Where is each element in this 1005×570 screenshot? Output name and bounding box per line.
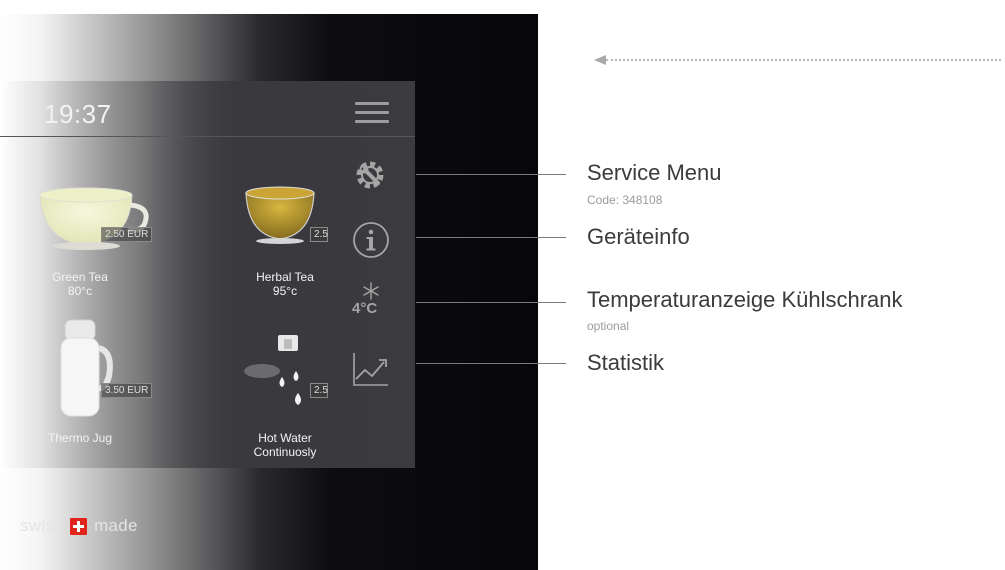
product-label: Green Tea 80°c	[5, 270, 155, 298]
product-label: Hot Water Continuosly	[210, 431, 360, 459]
callout-service-menu: Service Menu	[587, 160, 722, 185]
clock: 19:37	[44, 99, 112, 129]
price-badge: 2.5	[310, 383, 328, 398]
arrow-left-icon	[594, 55, 606, 65]
product-name: Hot Water	[258, 431, 312, 445]
product-label: Herbal Tea 95°c	[210, 270, 360, 298]
touch-screen: 19:37 2.50 EUR Green Tea 80°c 2.5 Herbal…	[0, 81, 415, 468]
brand-word-left: swiss	[20, 516, 64, 535]
product-subtitle: Continuosly	[253, 445, 317, 459]
callout-optional: optional	[587, 319, 630, 333]
hot-water-icon	[244, 335, 301, 405]
product-name: Thermo Jug	[47, 431, 113, 445]
callout-line-statistics	[416, 363, 566, 364]
product-name: Herbal Tea	[256, 270, 314, 284]
snowflake-icon	[363, 282, 379, 300]
callout-line-temperature	[416, 302, 566, 303]
callout-statistics: Statistik	[587, 350, 665, 375]
header-divider	[0, 136, 415, 137]
product-label: Thermo Jug	[5, 431, 155, 445]
dotted-arrow-line	[606, 59, 1001, 61]
price-badge: 2.5	[310, 227, 328, 242]
callout-line-service	[416, 174, 566, 175]
callout-line-info	[416, 237, 566, 238]
swiss-flag-icon	[70, 517, 88, 535]
hamburger-menu-icon[interactable]	[355, 102, 389, 124]
fridge-temperature[interactable]: 4°C	[352, 300, 377, 317]
product-temp: 95°c	[272, 284, 298, 298]
callout-device-info: Geräteinfo	[587, 224, 690, 249]
product-temp: 80°c	[67, 284, 93, 298]
gear-wrench-icon[interactable]	[352, 157, 388, 193]
price-badge: 3.50 EUR	[101, 383, 153, 398]
product-name: Green Tea	[52, 270, 108, 284]
callout-service-code: Code: 348108	[587, 193, 663, 207]
brand-word-right: made	[94, 516, 138, 535]
herbal-teacup-icon	[245, 186, 315, 244]
device-front: 19:37 2.50 EUR Green Tea 80°c 2.5 Herbal…	[0, 14, 538, 570]
callout-fridge-temperature: Temperaturanzeige Kühlschrank	[587, 287, 903, 312]
info-icon[interactable]	[352, 221, 390, 259]
swiss-made-logo: swiss made	[20, 516, 138, 536]
chart-line-icon[interactable]	[352, 351, 390, 387]
price-badge: 2.50 EUR	[101, 227, 153, 242]
thermo-jug-icon	[60, 319, 113, 417]
